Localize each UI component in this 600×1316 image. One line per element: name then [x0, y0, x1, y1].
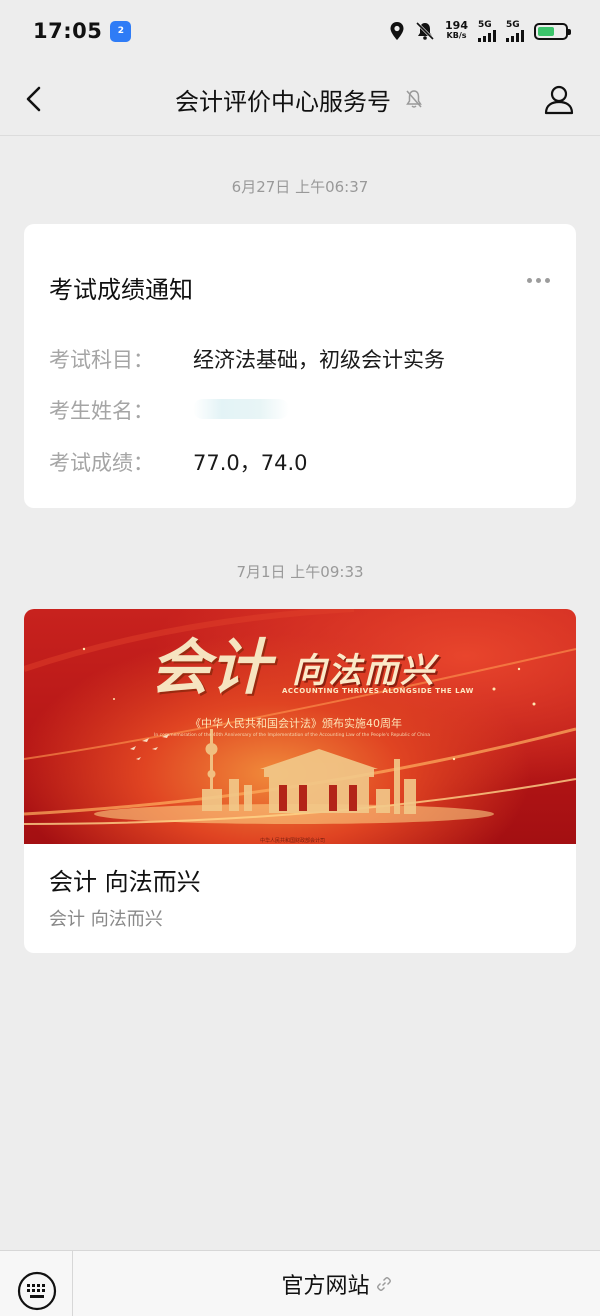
menu-item-label: 官方网站: [281, 1274, 370, 1299]
article-subtitle: 会计 向法而兴: [49, 909, 163, 930]
sim2-label: 5G: [506, 19, 520, 30]
row-value: 经济法基础，初级会计实务: [193, 348, 445, 372]
row-value: 77.0，74.0: [193, 451, 308, 475]
row-label: 考试成绩：: [49, 451, 154, 475]
notification-app-icon: 2: [110, 20, 132, 42]
signal-bars-icon: [478, 29, 496, 42]
banner-organization: 中华人民共和国财政部会计司: [260, 838, 326, 844]
signal-sim2: 5G: [506, 19, 524, 42]
more-options-icon[interactable]: [527, 278, 550, 283]
page-title: 会计评价中心服务号: [175, 87, 391, 116]
header-bar: 会计评价中心服务号: [0, 62, 600, 136]
header-title-group: 会计评价中心服务号: [175, 82, 425, 117]
status-bar: 17:05 2 194 KB/s 5G 5G: [0, 0, 600, 62]
profile-icon[interactable]: [542, 82, 576, 116]
signal-sim1: 5G: [478, 19, 496, 42]
score-notice-card[interactable]: 考试成绩通知 考试科目： 经济法基础，初级会计实务 考生姓名： 考试成绩： 77…: [24, 224, 576, 508]
network-speed: 194 KB/s: [445, 19, 468, 41]
message-timestamp: 6月27日 上午06:37: [231, 178, 369, 196]
sim1-label: 5G: [478, 19, 492, 30]
menu-item-official-website[interactable]: 官方网站: [73, 1251, 600, 1316]
banner-heading-1: 会计: [150, 633, 270, 703]
status-time: 17:05: [33, 19, 103, 43]
speed-unit: KB/s: [446, 31, 467, 40]
banner-fine-print: In commemoration of the 40th Anniversary…: [154, 733, 430, 738]
bottom-menu-bar: 官方网站: [0, 1250, 600, 1316]
link-icon: [376, 1277, 391, 1291]
signal-bars-icon: [506, 29, 524, 42]
redacted-name: [193, 399, 289, 419]
article-title: 会计 向法而兴: [49, 868, 201, 896]
speed-value: 194: [445, 19, 468, 32]
silent-bell-icon: [415, 21, 435, 41]
notice-row-subject: 考试科目： 经济法基础，初级会计实务: [49, 344, 445, 374]
header-divider: [0, 135, 600, 136]
article-banner-image: 会计 向法而兴 ACCOUNTING THRIVES ALONGSIDE THE…: [24, 609, 576, 844]
banner-chinese-tagline: 《中华人民共和国会计法》颁布实施40周年: [190, 717, 402, 730]
keyboard-icon[interactable]: [17, 1271, 57, 1311]
article-card[interactable]: 会计 向法而兴 ACCOUNTING THRIVES ALONGSIDE THE…: [24, 609, 576, 953]
row-label: 考生姓名：: [49, 399, 154, 423]
notice-title: 考试成绩通知: [49, 276, 193, 304]
notification-badge: 2: [117, 26, 124, 36]
row-label: 考试科目：: [49, 348, 154, 372]
banner-english-tagline: ACCOUNTING THRIVES ALONGSIDE THE LAW: [282, 687, 474, 695]
status-indicators: 194 KB/s 5G 5G: [389, 19, 571, 42]
mute-notification-icon: [406, 90, 422, 108]
location-icon: [390, 22, 404, 40]
back-icon[interactable]: [18, 82, 52, 116]
battery-icon: [534, 22, 571, 40]
notice-row-score: 考试成绩： 77.0，74.0: [49, 447, 308, 477]
notice-row-name: 考生姓名：: [49, 395, 289, 425]
message-timestamp: 7月1日 上午09:33: [236, 563, 364, 581]
banner-heading-2: 向法而兴: [292, 651, 436, 691]
